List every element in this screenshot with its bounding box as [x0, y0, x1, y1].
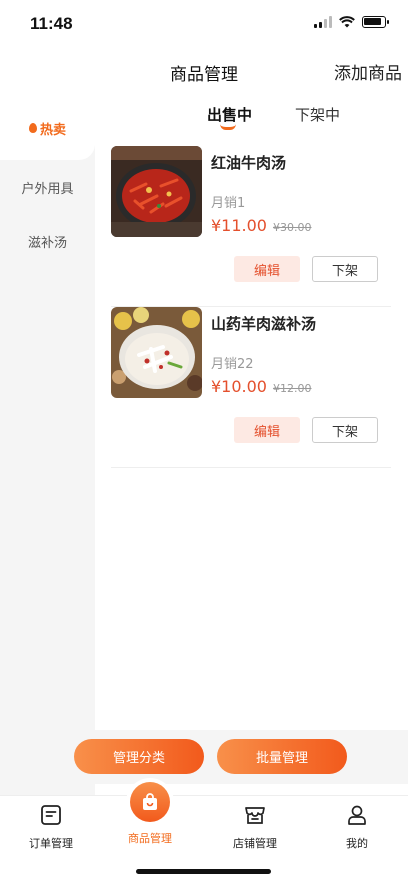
status-bar: 11:48 [0, 0, 408, 48]
current-price: ¥11.00 [211, 216, 267, 235]
tab-label: 商品管理 [128, 832, 172, 845]
edit-button[interactable]: 编辑 [234, 417, 300, 443]
product-image [111, 307, 202, 398]
take-offshelf-button[interactable]: 下架 [312, 417, 378, 443]
sidebar-item-label: 滋补汤 [27, 235, 67, 251]
product-card: 山药羊肉滋补汤 月销22 ¥10.00 ¥12.00 编辑 下架 [111, 307, 391, 468]
sidebar-item-soup[interactable]: 滋补汤 [0, 214, 95, 268]
tab-indicator [220, 124, 236, 130]
original-price: ¥30.00 [272, 221, 312, 234]
product-name: 红油牛肉汤 [211, 154, 287, 172]
product-price: ¥10.00 ¥12.00 [211, 377, 311, 396]
nav-header: 商品管理 添加商品 [0, 48, 408, 96]
product-name: 山药羊肉滋补汤 [211, 315, 317, 333]
fire-icon [28, 123, 37, 133]
tab-label: 我的 [346, 837, 368, 850]
status-icons [314, 16, 389, 28]
wifi-icon [339, 16, 355, 28]
tab-mine[interactable]: 我的 [317, 804, 397, 851]
battery-icon [362, 16, 389, 28]
take-offshelf-button[interactable]: 下架 [312, 256, 378, 282]
sidebar-item-label: 户外用具 [21, 181, 74, 197]
user-icon [348, 805, 366, 825]
shopping-bag-icon [130, 782, 170, 822]
status-time: 11:48 [30, 14, 73, 33]
category-sidebar: 热卖 户外用具 滋补汤 [0, 96, 95, 796]
store-icon [245, 807, 265, 824]
tab-product-management[interactable]: 商品管理 [110, 782, 190, 846]
original-price: ¥12.00 [272, 382, 312, 395]
monthly-sales: 月销1 [211, 196, 246, 211]
product-card: 红油牛肉汤 月销1 ¥11.00 ¥30.00 编辑 下架 [111, 146, 391, 307]
tab-label: 订单管理 [29, 837, 73, 850]
order-icon [41, 805, 61, 825]
status-tabs: 出售中 下架中 [95, 96, 408, 136]
current-price: ¥10.00 [211, 377, 267, 396]
edit-button[interactable]: 编辑 [234, 256, 300, 282]
home-indicator [136, 869, 271, 874]
sidebar-item-outdoor[interactable]: 户外用具 [0, 160, 95, 214]
product-image [111, 146, 202, 237]
monthly-sales: 月销22 [211, 357, 254, 372]
bottom-action-bar: 管理分类 批量管理 [0, 730, 408, 784]
batch-manage-button[interactable]: 批量管理 [217, 739, 347, 774]
product-list: 红油牛肉汤 月销1 ¥11.00 ¥30.00 编辑 下架 山药羊肉滋补汤 月销2… [111, 146, 391, 468]
tab-off-shelf[interactable]: 下架中 [295, 104, 340, 125]
manage-category-button[interactable]: 管理分类 [74, 739, 204, 774]
tab-order-management[interactable]: 订单管理 [11, 804, 91, 851]
signal-icon [314, 16, 332, 28]
add-product-button[interactable]: 添加商品 [334, 59, 402, 84]
sidebar-item-label: 热卖 [39, 122, 66, 138]
sidebar-item-hot[interactable]: 热卖 [0, 96, 95, 160]
tab-store-management[interactable]: 店铺管理 [215, 804, 295, 851]
tab-label: 店铺管理 [233, 837, 277, 850]
product-price: ¥11.00 ¥30.00 [211, 216, 311, 235]
tab-on-sale[interactable]: 出售中 [207, 104, 252, 125]
